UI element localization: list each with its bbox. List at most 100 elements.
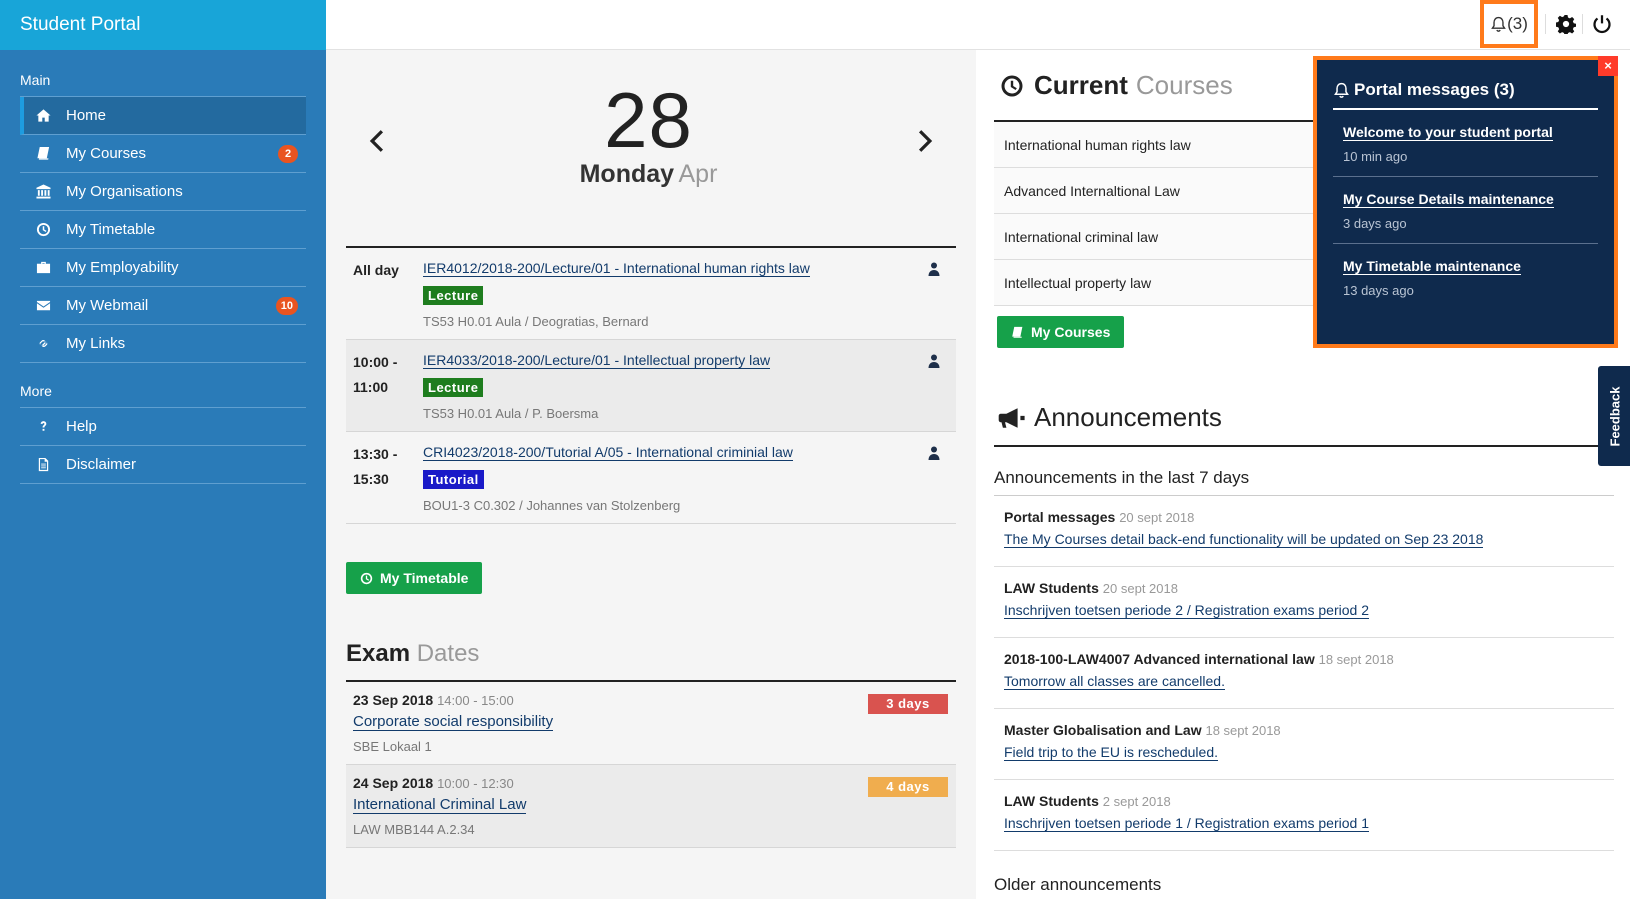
title-text: Announcements (1034, 402, 1222, 432)
exam-course-link[interactable]: International Criminal Law (353, 796, 527, 814)
button-label: My Timetable (380, 570, 469, 586)
topbar-divider (1545, 14, 1546, 34)
sidebar-item-my-courses[interactable]: My Courses 2 (20, 135, 306, 173)
announcement-item: Master Globalisation and Law 18 sept 201… (994, 709, 1614, 780)
date-display: 28 Monday Apr (346, 80, 951, 189)
event-link[interactable]: IER4033/2018-200/Lecture/01 - Intellectu… (423, 352, 771, 369)
event-type-tag: Lecture (423, 378, 484, 397)
gear-icon[interactable] (1556, 14, 1576, 34)
sidebar-item-my-links[interactable]: My Links (20, 325, 306, 363)
my-timetable-button[interactable]: My Timetable (346, 562, 483, 594)
event-location: TS53 H0.01 Aula / P. Boersma (423, 406, 599, 421)
sidebar-item-disclaimer[interactable]: Disclaimer (20, 446, 306, 484)
sidebar-item-label: My Employability (66, 259, 179, 276)
event-link[interactable]: IER4012/2018-200/Lecture/01 - Internatio… (423, 260, 810, 277)
sidebar-item-help[interactable]: Help (20, 408, 306, 446)
person-icon[interactable] (928, 262, 940, 276)
weekday: Monday (579, 160, 675, 188)
clock-icon (360, 572, 373, 584)
sidebar-item-label: My Timetable (66, 221, 156, 238)
announcement-source: Master Globalisation and Law (1004, 722, 1202, 738)
title-light: Courses (1135, 70, 1233, 100)
timetable-row: 10:00 - 11:00 IER4033/2018-200/Lecture/0… (346, 340, 956, 432)
power-icon[interactable] (1592, 14, 1612, 34)
message-time: 13 days ago (1343, 283, 1414, 298)
briefcase-icon (34, 259, 52, 277)
day-number: 28 (604, 76, 693, 164)
book-icon (1012, 326, 1023, 338)
announcement-date: 2 sept 2018 (1102, 794, 1171, 809)
person-icon[interactable] (928, 354, 940, 368)
title-bold: Exam (346, 640, 411, 667)
event-time: 10:00 - 11:00 (353, 354, 398, 395)
event-link[interactable]: CRI4023/2018-200/Tutorial A/05 - Interna… (423, 444, 793, 461)
sidebar-item-label: My Courses (66, 145, 147, 162)
message-item: My Timetable maintenance 13 days ago (1333, 244, 1598, 310)
exam-date: 24 Sep 2018 (353, 775, 434, 791)
sidebar-item-my-employability[interactable]: My Employability (20, 249, 306, 287)
more-nav: Help Disclaimer (20, 407, 306, 484)
timetable-row: 13:30 - 15:30 CRI4023/2018-200/Tutorial … (346, 432, 956, 524)
title-light: Dates (416, 640, 480, 667)
title-bold: Current (1034, 70, 1128, 100)
exam-course-link[interactable]: Corporate social responsibility (353, 713, 554, 731)
app-title[interactable]: Student Portal (0, 0, 326, 50)
timetable-row: All day IER4012/2018-200/Lecture/01 - In… (346, 248, 956, 340)
my-courses-button[interactable]: My Courses (997, 316, 1125, 348)
main-section-label: Main (20, 72, 51, 88)
feedback-label: Feedback (1607, 386, 1623, 446)
event-location: TS53 H0.01 Aula / Deogratias, Bernard (423, 314, 649, 329)
older-announcements-heading[interactable]: Older announcements (994, 875, 1161, 895)
sidebar-item-my-organisations[interactable]: My Organisations (20, 173, 306, 211)
exam-date: 23 Sep 2018 (353, 692, 434, 708)
sidebar-item-home[interactable]: Home (20, 97, 306, 135)
megaphone-icon (998, 407, 1025, 428)
message-link[interactable]: My Timetable maintenance (1343, 258, 1521, 275)
message-item: Welcome to your student portal 10 min ag… (1333, 110, 1598, 177)
event-time: All day (353, 262, 399, 278)
message-link[interactable]: My Course Details maintenance (1343, 191, 1554, 208)
notifications-count: (3) (1507, 14, 1528, 33)
announcement-link[interactable]: Tomorrow all classes are cancelled. (1004, 673, 1225, 690)
sidebar-item-label: My Organisations (66, 183, 183, 200)
sidebar-item-label: My Links (66, 335, 126, 352)
countdown-badge: 4 days (868, 777, 948, 797)
announcement-link[interactable]: Inschrijven toetsen periode 1 / Registra… (1004, 815, 1369, 832)
announcement-source: Portal messages (1004, 509, 1116, 525)
sidebar-item-label: Help (66, 418, 97, 435)
institution-icon (34, 183, 52, 201)
close-button[interactable]: × (1598, 56, 1618, 76)
sidebar-item-my-webmail[interactable]: My Webmail 10 (20, 287, 306, 325)
announcement-item: LAW Students 20 sept 2018 Inschrijven to… (994, 567, 1614, 638)
exam-dates-title: Exam Dates (346, 640, 479, 668)
announcement-link[interactable]: The My Courses detail back-end functiona… (1004, 531, 1484, 548)
exam-time: 14:00 - 15:00 (437, 693, 514, 708)
book-icon (34, 145, 52, 163)
announcements-subtitle: Announcements in the last 7 days (994, 468, 1250, 487)
feedback-tab[interactable]: Feedback (1598, 366, 1630, 466)
announcement-link[interactable]: Field trip to the EU is rescheduled. (1004, 744, 1218, 761)
message-time: 3 days ago (1343, 216, 1407, 231)
message-time: 10 min ago (1343, 149, 1408, 164)
sidebar-item-my-timetable[interactable]: My Timetable (20, 211, 306, 249)
main-nav: Home My Courses 2 My Organisations My Ti… (20, 96, 306, 363)
envelope-icon (34, 297, 52, 315)
exam-location: LAW MBB144 A.2.34 (353, 822, 475, 837)
sidebar-item-label: Disclaimer (66, 456, 137, 473)
sidebar-item-label: My Webmail (66, 297, 149, 314)
exam-row: 23 Sep 2018 14:00 - 15:00 Corporate soci… (346, 682, 956, 765)
top-bar (326, 0, 1630, 50)
announcement-source: LAW Students (1004, 580, 1099, 596)
person-icon[interactable] (928, 446, 940, 460)
title-text: Portal messages (3) (1354, 80, 1515, 99)
notifications-button[interactable]: (3) (1480, 0, 1538, 48)
portal-messages-popover: × Portal messages (3) Welcome to your st… (1313, 56, 1618, 348)
topbar-divider (1582, 14, 1583, 34)
event-time: 13:30 - 15:30 (353, 446, 398, 487)
event-location: BOU1-3 C0.302 / Johannes van Stolzenberg (423, 498, 681, 513)
announcements-list: Portal messages 20 sept 2018 The My Cour… (994, 495, 1614, 851)
message-link[interactable]: Welcome to your student portal (1343, 124, 1553, 141)
clock-icon (1001, 75, 1023, 96)
announcement-link[interactable]: Inschrijven toetsen periode 2 / Registra… (1004, 602, 1369, 619)
announcement-source: 2018-100-LAW4007 Advanced international … (1004, 651, 1315, 667)
